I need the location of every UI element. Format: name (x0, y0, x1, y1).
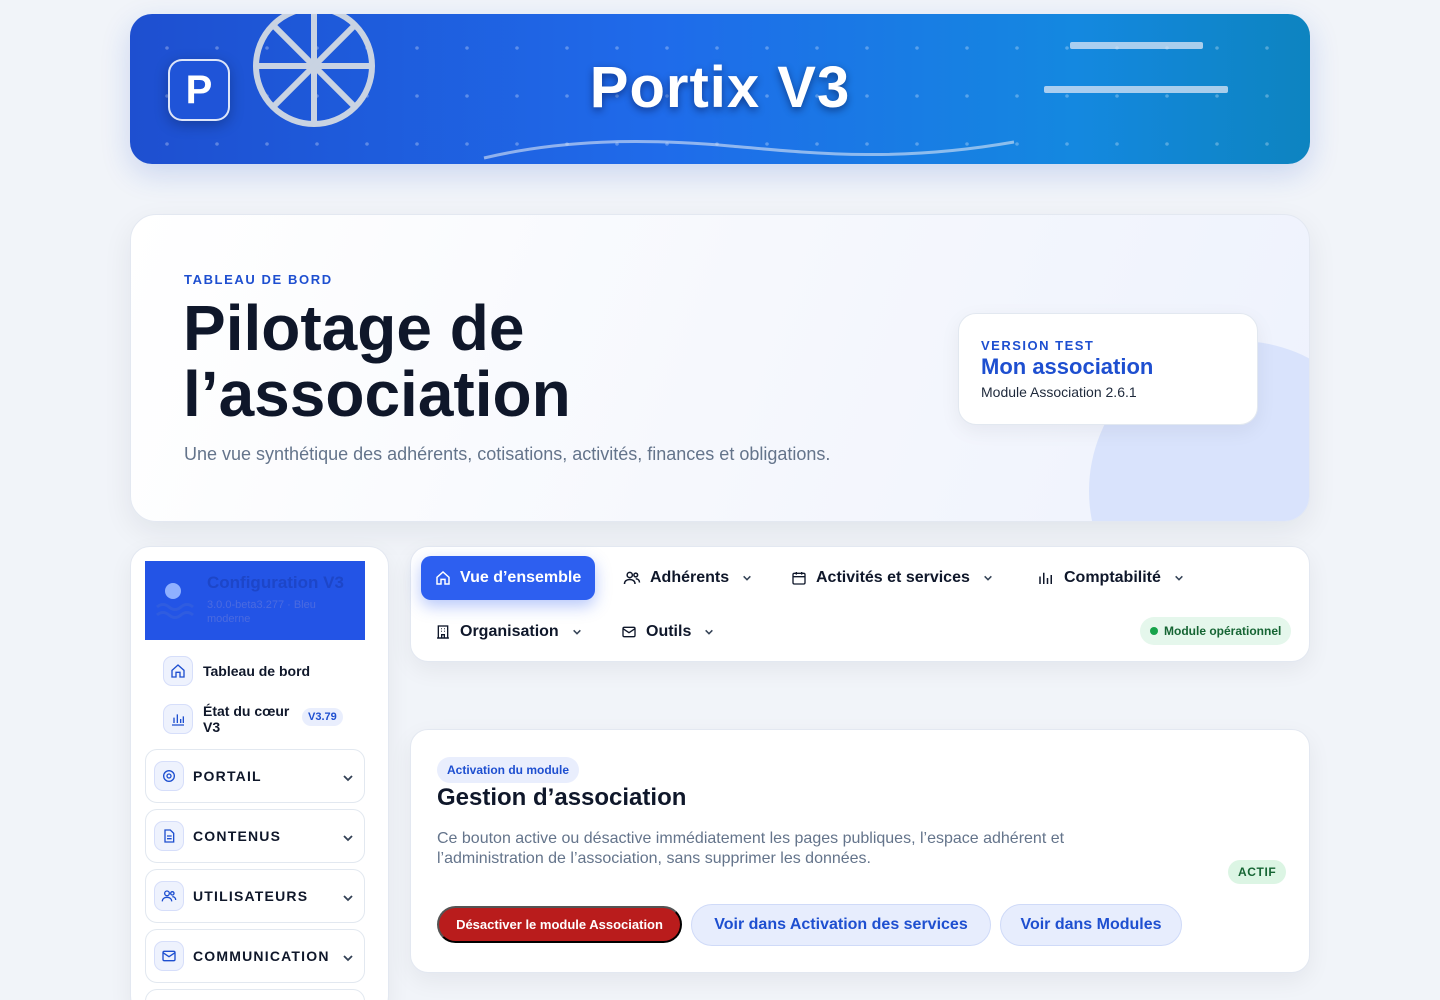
chevron-down-icon (572, 629, 581, 635)
chevron-down-icon (343, 775, 353, 782)
page-title: Pilotage de l’association (183, 292, 571, 430)
chevron-down-icon (705, 629, 714, 635)
module-title: Gestion d’association (437, 784, 687, 811)
chevron-down-icon (343, 835, 353, 842)
mail-icon (154, 941, 184, 971)
tab-activities[interactable]: Activités et services (791, 556, 993, 600)
sidebar-group-label: COMMUNICATION (193, 948, 330, 964)
sidebar-header-subtitle: 3.0.0-beta3.277 · Bleu moderne (207, 599, 316, 625)
mail-icon (622, 626, 636, 638)
wave-logo-icon (156, 583, 194, 619)
building-icon (437, 625, 449, 639)
banner-decor-bar (1070, 42, 1203, 49)
module-version: Module Association 2.6.1 (981, 384, 1137, 400)
sidebar-group-contenus[interactable]: CONTENUS (145, 809, 365, 863)
sidebar-group-communication[interactable]: COMMUNICATION (145, 929, 365, 983)
tab-tools[interactable]: Outils (621, 610, 714, 654)
calendar-icon (792, 572, 806, 585)
tab-label: Activités et services (816, 569, 970, 586)
sidebar: Configuration V3 3.0.0-beta3.277 · Bleu … (130, 546, 389, 1000)
sidebar-item-label: État du cœur V3 (203, 703, 290, 735)
chevron-down-icon (984, 575, 992, 581)
sidebar-group-portail[interactable]: PORTAIL (145, 749, 365, 803)
sidebar-item-core-status[interactable]: État du cœur V3 (163, 703, 295, 735)
bar-chart-icon (163, 704, 193, 734)
view-services-activation-button[interactable]: Voir dans Activation des services (691, 904, 991, 946)
sidebar-item-label: Tableau de bord (203, 663, 311, 679)
status-dot (1150, 627, 1158, 635)
section-badge: Activation du module (437, 757, 580, 783)
users-icon (154, 881, 184, 911)
settings-icon (154, 761, 184, 791)
tab-adherents[interactable]: Adhérents (623, 556, 752, 600)
tab-label: Vue d’ensemble (460, 569, 582, 586)
tab-label: Outils (646, 623, 692, 640)
version-badge: V3.79 (302, 708, 343, 726)
association-name: Mon association (981, 354, 1154, 379)
chevron-down-icon (343, 955, 353, 962)
dashboard-hero: TABLEAU DE BORD Pilotage de l’associatio… (130, 214, 1310, 522)
tab-overview[interactable]: Vue d’ensemble (421, 556, 596, 600)
tab-label: Comptabilité (1064, 569, 1161, 586)
users-icon (623, 571, 641, 585)
banner-wave (483, 140, 1015, 160)
bar-chart-icon (1039, 572, 1052, 584)
sidebar-header[interactable]: Configuration V3 3.0.0-beta3.277 · Bleu … (145, 561, 365, 640)
sidebar-group-label: UTILISATEURS (193, 888, 309, 904)
tab-organisation[interactable]: Organisation (435, 610, 582, 654)
chevron-down-icon (343, 895, 353, 902)
home-icon (163, 656, 193, 686)
sidebar-item-dashboard[interactable]: Tableau de bord (163, 656, 310, 686)
chevron-down-icon (1175, 575, 1183, 581)
tab-label: Organisation (460, 623, 559, 640)
module-status-badge: Module opérationnel (1140, 617, 1292, 645)
app-banner: P Portix V3 (130, 14, 1310, 164)
sidebar-group-label: CONTENUS (193, 828, 282, 844)
tab-accounting[interactable]: Comptabilité (1037, 556, 1184, 600)
module-description: Ce bouton active ou désactive immédiatem… (437, 830, 1065, 867)
deactivate-module-button[interactable]: Désactiver le module Association (437, 906, 682, 943)
hero-eyebrow: TABLEAU DE BORD (184, 272, 333, 287)
status-text: Module opérationnel (1164, 624, 1282, 638)
sidebar-group-next[interactable] (145, 989, 365, 1000)
tab-label: Adhérents (650, 569, 730, 586)
version-card: VERSION TEST Mon association Module Asso… (958, 313, 1258, 425)
view-modules-button[interactable]: Voir dans Modules (1000, 904, 1182, 946)
version-eyebrow: VERSION TEST (981, 338, 1095, 353)
home-icon (436, 571, 450, 585)
sidebar-group-label: PORTAIL (193, 768, 262, 784)
hero-subtitle: Une vue synthétique des adhérents, cotis… (184, 444, 831, 464)
module-activation-card: Activation du module Gestion d’associati… (410, 729, 1310, 973)
sidebar-group-utilisateurs[interactable]: UTILISATEURS (145, 869, 365, 923)
document-icon (154, 821, 184, 851)
banner-decor-bar (1044, 86, 1228, 93)
chevron-down-icon (743, 575, 751, 581)
module-navigation: Vue d’ensemble Adhérents Activités et se… (410, 546, 1310, 662)
sidebar-header-title: Configuration V3 (207, 573, 344, 592)
module-active-badge: ACTIF (1228, 860, 1287, 884)
